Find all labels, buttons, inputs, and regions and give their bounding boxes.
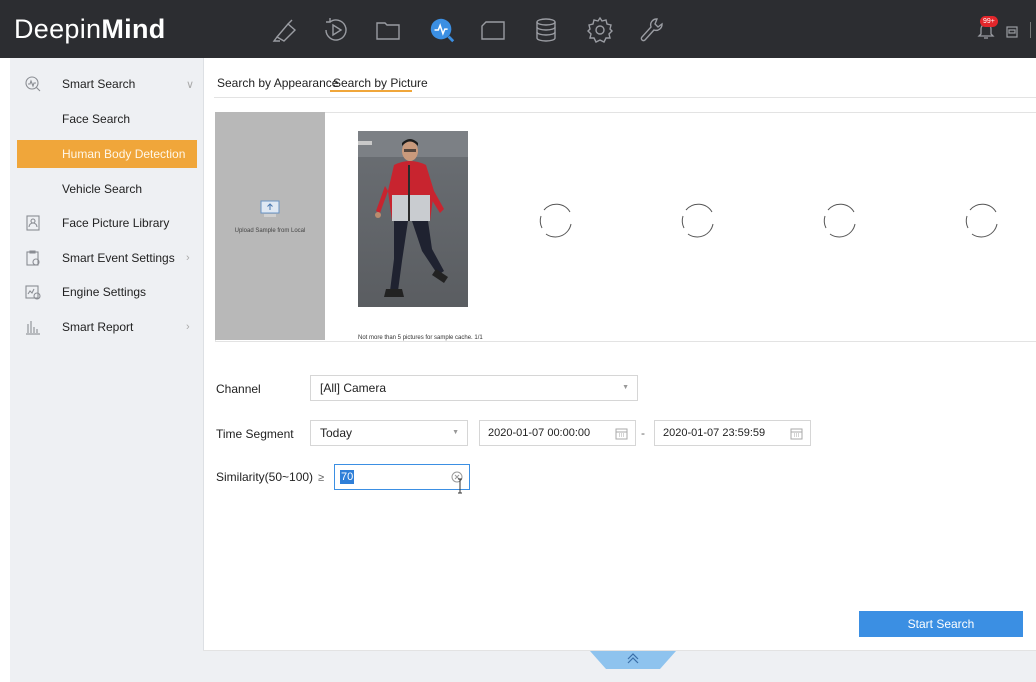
- chevron-down-icon: ∨: [186, 78, 195, 91]
- tab-search-by-picture[interactable]: Search by Picture: [333, 76, 428, 90]
- maintenance-wrench-icon[interactable]: [636, 14, 668, 46]
- sidebar-item-label: Smart Event Settings: [62, 251, 175, 265]
- playback-icon[interactable]: [320, 14, 352, 46]
- search-tabs: Search by Appearance Search by Picture: [203, 58, 1036, 98]
- engine-settings-icon: [25, 285, 41, 300]
- range-dash: -: [641, 426, 645, 440]
- time-segment-value: Today: [320, 426, 353, 440]
- sidebar-item-human-body-detection[interactable]: Human Body Detection: [17, 140, 197, 168]
- start-search-button[interactable]: Start Search: [859, 611, 1023, 637]
- similarity-input[interactable]: 70: [334, 464, 470, 490]
- storage-icon[interactable]: [530, 14, 562, 46]
- time-segment-label: Time Segment: [216, 427, 294, 441]
- empty-sample-slot-icon: [823, 203, 856, 238]
- smart-analysis-icon[interactable]: [426, 14, 458, 46]
- sidebar-item-label: Smart Search: [62, 77, 136, 91]
- settings-gear-icon[interactable]: [584, 14, 616, 46]
- app-logo: DeepinMind: [14, 14, 166, 44]
- sidebar-item-label: Vehicle Search: [62, 182, 143, 196]
- upload-sample-button[interactable]: Upload Sample from Local: [215, 112, 325, 340]
- sidebar-item-smart-event-settings[interactable]: Smart Event Settings ›: [10, 241, 203, 275]
- top-bar: DeepinMind 99+: [0, 0, 1036, 58]
- lock-icon[interactable]: [1004, 22, 1020, 38]
- chevron-down-icon: ▼: [452, 429, 459, 436]
- empty-sample-slot-icon: [965, 203, 998, 238]
- display-icon[interactable]: [477, 14, 509, 46]
- empty-sample-slot-icon: [681, 203, 714, 238]
- expand-panel-button[interactable]: [590, 651, 676, 669]
- sidebar-item-smart-search[interactable]: Smart Search ∨: [10, 67, 203, 101]
- event-settings-icon: [26, 250, 40, 266]
- calendar-icon[interactable]: [615, 427, 628, 440]
- time-segment-select[interactable]: Today ▼: [310, 420, 468, 446]
- end-time-field[interactable]: 2020-01-07 23:59:59: [654, 420, 811, 446]
- sidebar-item-engine-settings[interactable]: Engine Settings: [10, 275, 203, 309]
- file-folder-icon[interactable]: [372, 14, 404, 46]
- sidebar-item-vehicle-search[interactable]: Vehicle Search: [10, 172, 203, 206]
- sidebar-item-label: Human Body Detection: [62, 147, 186, 161]
- sample-cache-note: Not more than 5 pictures for sample cach…: [358, 335, 483, 341]
- upload-label: Upload Sample from Local: [234, 228, 306, 234]
- text-cursor-icon: [458, 478, 462, 494]
- active-tab-indicator: [330, 90, 412, 92]
- camera-icon[interactable]: [270, 14, 302, 46]
- notification-badge: 99+: [980, 16, 998, 27]
- sidebar-item-label: Face Picture Library: [62, 216, 170, 230]
- sidebar-item-face-picture-library[interactable]: Face Picture Library: [10, 206, 203, 240]
- sidebar-item-face-search[interactable]: Face Search: [10, 102, 203, 136]
- greater-equal-sign: ≥: [318, 472, 325, 484]
- upload-icon: [260, 200, 280, 217]
- top-right-tools: 99+: [966, 0, 1036, 58]
- sidebar-item-smart-report[interactable]: Smart Report ›: [10, 310, 203, 344]
- sidebar-item-label: Smart Report: [62, 320, 134, 334]
- channel-select[interactable]: [All] Camera ▼: [310, 375, 638, 401]
- start-time-value: 2020-01-07 00:00:00: [488, 427, 591, 439]
- similarity-value: 70: [340, 470, 355, 484]
- sample-picture-thumbnail[interactable]: [358, 131, 468, 307]
- sidebar-item-label: Face Search: [62, 112, 131, 126]
- sample-picture-area: [215, 112, 1036, 342]
- chevron-right-icon: ›: [186, 252, 190, 264]
- smart-search-icon: [25, 76, 41, 92]
- face-library-icon: [26, 215, 40, 231]
- tab-search-by-appearance[interactable]: Search by Appearance: [217, 76, 338, 90]
- channel-label: Channel: [216, 382, 261, 396]
- empty-sample-slot-icon: [539, 203, 572, 238]
- sidebar: Smart Search ∨ Face Search Human Body De…: [10, 58, 204, 682]
- chevron-right-icon: ›: [186, 321, 190, 333]
- end-time-value: 2020-01-07 23:59:59: [663, 427, 766, 439]
- report-chart-icon: [26, 321, 40, 335]
- similarity-label: Similarity(50~100): [216, 470, 314, 484]
- chevron-down-icon: ▼: [622, 384, 629, 391]
- divider: [1030, 22, 1031, 38]
- start-time-field[interactable]: 2020-01-07 00:00:00: [479, 420, 636, 446]
- sidebar-item-label: Engine Settings: [62, 285, 147, 299]
- calendar-icon[interactable]: [790, 427, 803, 440]
- channel-value: [All] Camera: [320, 381, 387, 395]
- divider: [214, 97, 1036, 98]
